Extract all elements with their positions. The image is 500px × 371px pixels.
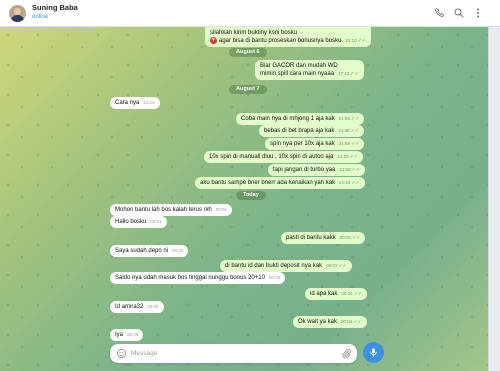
message-time: 00:04 — [147, 304, 159, 309]
message-text: Cara nya — [115, 100, 140, 106]
message-time: 21:59 — [337, 154, 349, 159]
message-time: 00:05 — [127, 332, 139, 337]
message-text: Coba main nya di mhjong 1 aja kak — [241, 116, 335, 122]
message-text: 10x spin di manuall dluu , 10x spin di a… — [209, 154, 334, 160]
read-ticks-icon: ✓✓ — [349, 154, 359, 160]
scrollbar-track[interactable] — [488, 27, 500, 371]
message-text: spin nya per 10x aja kak — [270, 141, 335, 147]
message-line: mimin spill cara main nyaaa — [260, 71, 335, 77]
message-time: 21:59 — [339, 167, 351, 172]
message-time: 00:03 — [268, 275, 281, 280]
message-text: di bantu id dan bukti deposit nya kak — [225, 263, 323, 269]
message-bubble-outgoing[interactable]: tapi jangan di turbo yaa 21:59✓✓ — [268, 164, 366, 176]
search-icon[interactable] — [453, 7, 465, 19]
message-bubble-outgoing[interactable]: di bantu id dan bukti deposit nya kak 00:… — [220, 260, 352, 272]
message-line: silahkan kirim buktiny ksni bosku — [210, 30, 298, 36]
microphone-button[interactable] — [363, 342, 384, 363]
message-text: pasti di bantu kakk — [286, 235, 336, 241]
message-composer — [110, 344, 357, 363]
chat-background: bosku ... silahkan kirim buktiny ksni bo… — [0, 27, 500, 371]
message-bubble-outgoing[interactable]: id apa kak 00:04✓✓ — [305, 288, 368, 300]
more-vertical-icon[interactable] — [472, 7, 484, 19]
message-bubble-incoming[interactable]: Saldo nya udah masuk bos tinggal nunggu … — [110, 272, 286, 284]
message-time: 22:10 — [345, 38, 357, 44]
read-ticks-icon: ✓✓ — [351, 235, 361, 241]
message-time: 21:59 — [338, 141, 350, 146]
message-bubble-incoming[interactable]: Cara nya 21:14 — [110, 97, 160, 109]
chat-status: online — [32, 14, 49, 20]
read-ticks-icon: ✓✓ — [338, 263, 347, 269]
message-text: Iya — [115, 332, 124, 338]
message-text: Hallo bosku — [115, 219, 147, 225]
read-ticks-icon: ✓✓ — [353, 291, 363, 297]
message-line: agar bisa di bantu proseskan bonusnya bo… — [219, 38, 342, 45]
message-text: id apa kak — [310, 291, 338, 297]
message-text: tapi jangan di turbo yaa — [273, 167, 336, 173]
message-bubble-incoming[interactable]: Saya sudah depo ni 00:02 — [110, 245, 189, 257]
message-time: 17:42 — [338, 71, 350, 76]
message-time: 21:58 — [338, 128, 350, 133]
message-text: Mohon bantu lah bos kalah terus nih — [115, 207, 212, 213]
attach-icon[interactable] — [341, 348, 352, 359]
message-line: Biar GACOR dan mudah WD — [260, 63, 338, 69]
message-bubble-incoming[interactable]: Hallo bosku 00:01 — [110, 216, 167, 228]
message-bubble-outgoing[interactable]: Ok wait ya kak 00:04✓✓ — [293, 316, 367, 328]
message-input[interactable] — [131, 347, 331, 360]
date-separator: August 7 — [229, 85, 267, 94]
message-bubble-incoming[interactable]: Iya 00:05 — [110, 329, 144, 341]
chat-header: Suning Baba online — [0, 0, 500, 27]
phone-icon[interactable] — [434, 7, 446, 19]
message-time: 00:01 — [215, 207, 227, 212]
message-text: Id amira32 — [115, 304, 144, 310]
read-ticks-icon: ✓✓ — [350, 71, 359, 77]
message-time: 00:04 — [341, 319, 353, 324]
message-time: 00:04 — [341, 291, 353, 296]
message-bubble-outgoing[interactable]: aku bantu sampe bner bnerr ada kenaikan … — [195, 177, 365, 189]
microphone-icon — [370, 348, 377, 358]
read-ticks-icon: ✓✓ — [350, 141, 360, 147]
message-time: 21:56 — [338, 116, 350, 121]
message-time: 21:14 — [143, 100, 155, 105]
message-text: Ok wait ya kak — [298, 319, 338, 325]
message-text: Saya sudah depo ni — [115, 248, 169, 254]
avatar[interactable] — [9, 5, 26, 22]
message-time: 00:02 — [339, 235, 351, 240]
message-bubble-outgoing[interactable]: Coba main nya di mhjong 1 aja kak 21:56✓✓ — [236, 113, 365, 125]
message-text: bebas di bet brapa aja kak — [264, 128, 335, 134]
read-ticks-icon: ✓✓ — [351, 116, 360, 122]
message-text: aku bantu sampe bner bnerr ada kenaikan … — [200, 180, 336, 186]
message-time: 00:01 — [150, 219, 162, 224]
message-time: 00:02 — [172, 248, 184, 253]
chat-title[interactable]: Suning Baba — [32, 3, 78, 12]
message-bubble-outgoing[interactable]: spin nya per 10x aja kak 21:59✓✓ — [265, 138, 365, 150]
message-bubble-incoming[interactable]: Id amira32 00:04 — [110, 301, 164, 313]
read-ticks-icon: ✓✓ — [351, 180, 360, 186]
message-bubble-outgoing[interactable]: pasti di bantu kakk 00:02✓✓ — [281, 232, 366, 244]
message-bubble-incoming[interactable]: Mohon bantu lah bos kalah terus nih 00:01 — [110, 204, 232, 216]
message-bubble-outgoing[interactable]: Biar GACOR dan mudah WD mimin spill cara… — [255, 60, 364, 80]
heart-icon: ♥ — [210, 37, 217, 44]
read-ticks-icon: ✓✓ — [357, 38, 367, 45]
message-time: 00:03 — [326, 263, 338, 268]
message-text: Saldo nya udah masuk bos tinggal nunggu … — [115, 275, 265, 281]
read-ticks-icon: ✓✓ — [353, 319, 362, 325]
date-separator: Today — [236, 191, 266, 200]
message-bubble-outgoing[interactable]: bebas di bet brapa aja kak 21:58✓✓ — [259, 125, 365, 137]
emoji-icon[interactable] — [116, 348, 127, 359]
message-bubble-outgoing[interactable]: 10x spin di manuall dluu , 10x spin di a… — [204, 151, 364, 163]
read-ticks-icon: ✓✓ — [350, 128, 360, 134]
read-ticks-icon: ✓✓ — [351, 167, 361, 173]
date-separator: August 6 — [229, 48, 267, 57]
message-bubble-outgoing[interactable]: bosku ... silahkan kirim buktiny ksni bo… — [205, 27, 372, 48]
message-time: 21:59 — [339, 180, 351, 185]
